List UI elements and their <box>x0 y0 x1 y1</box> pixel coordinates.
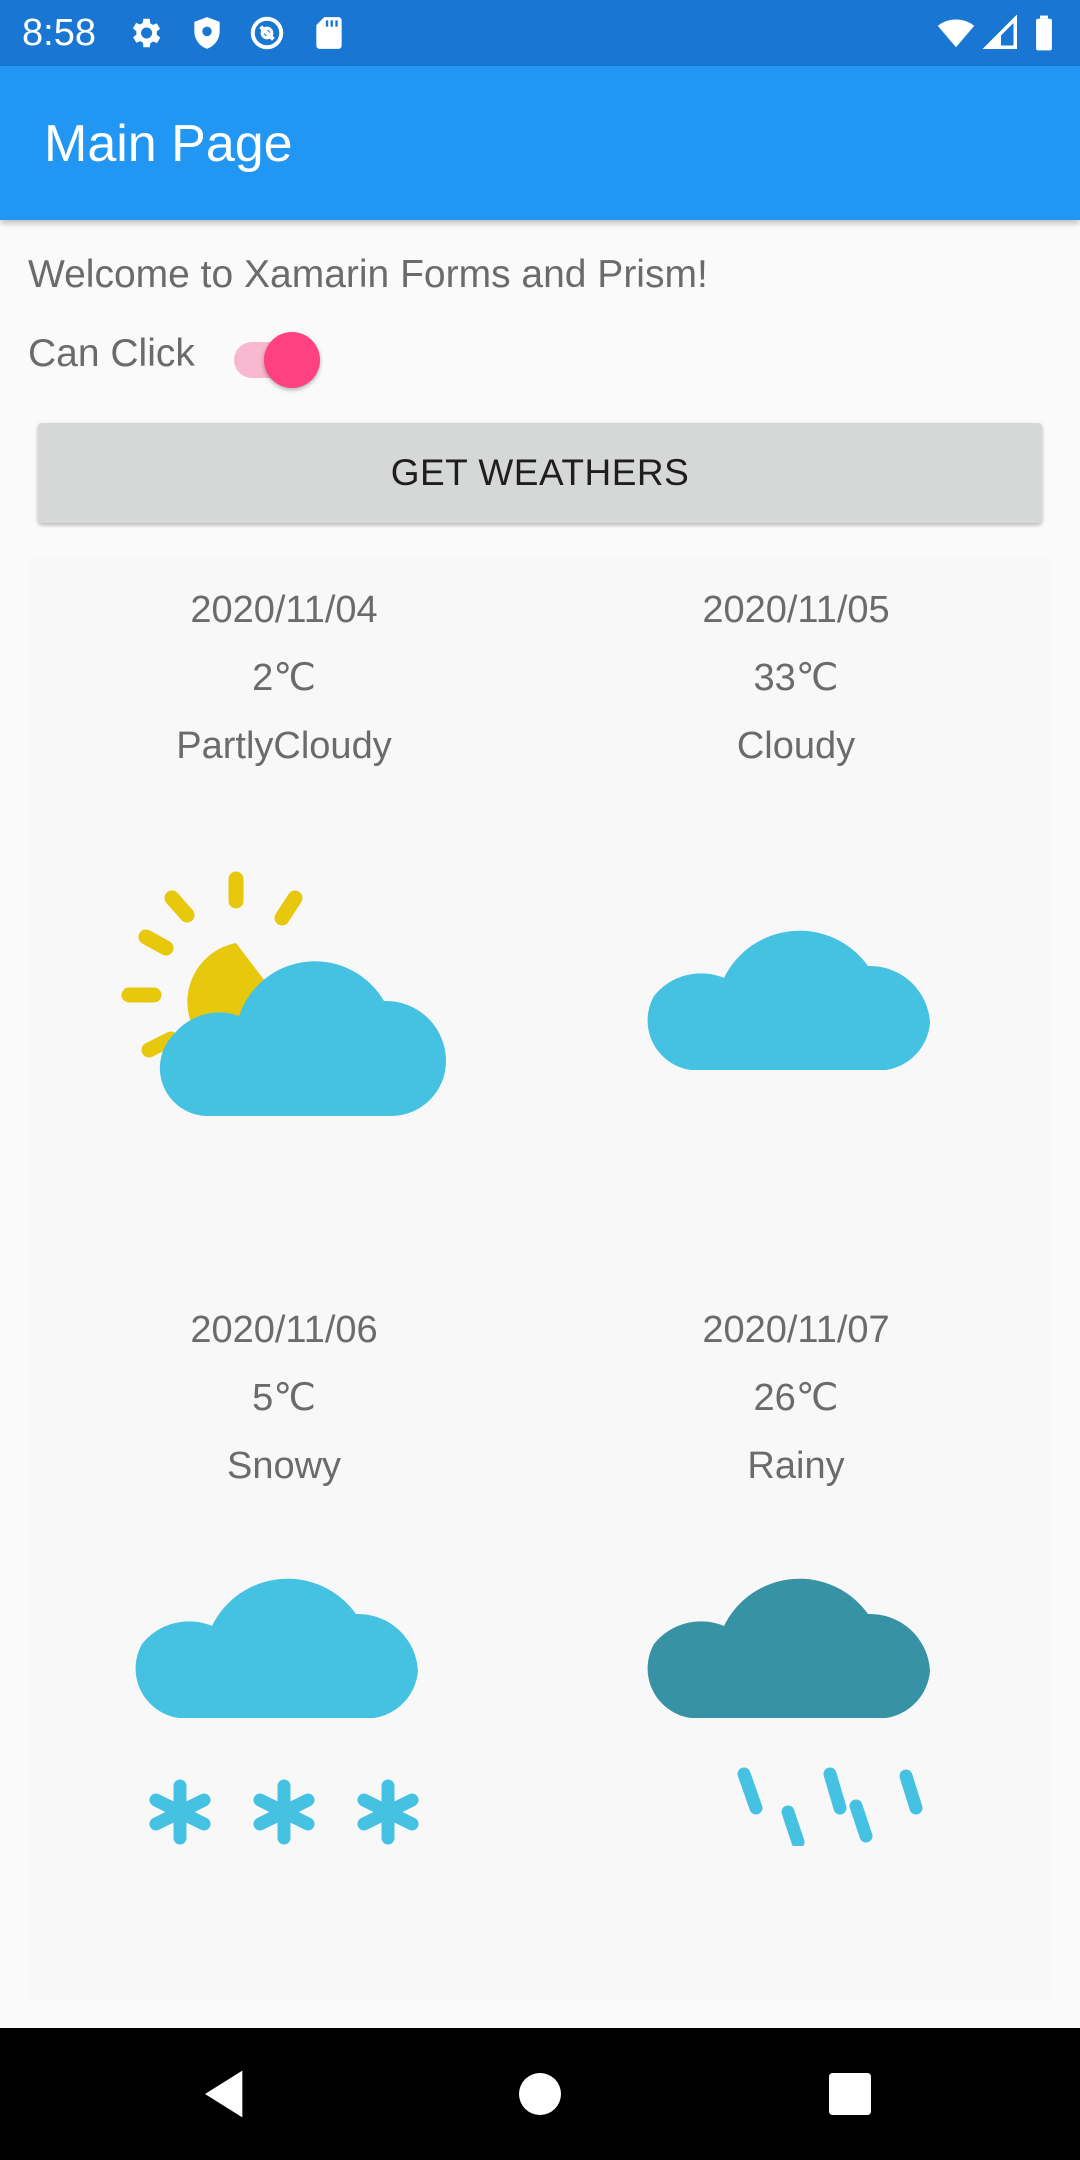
weather-temperature: 33℃ <box>753 657 839 699</box>
wifi-icon <box>934 14 978 52</box>
weather-item[interactable]: 2020/11/07 26℃ Rainy <box>540 1276 1052 1996</box>
weather-item[interactable]: 2020/11/06 5℃ Snowy <box>28 1276 540 1996</box>
cloudy-icon <box>596 826 996 1126</box>
weather-grid: 2020/11/04 2℃ PartlyCloudy 2020/11/05 33… <box>28 556 1052 2000</box>
status-time: 8:58 <box>22 12 96 54</box>
weather-condition: Snowy <box>226 1445 342 1487</box>
at-sign-icon <box>248 14 286 52</box>
weather-date: 2020/11/07 <box>702 1309 890 1351</box>
weather-condition: Cloudy <box>736 725 856 767</box>
recents-icon[interactable] <box>822 2066 878 2122</box>
weather-temperature: 2℃ <box>252 657 316 699</box>
weather-condition: PartlyCloudy <box>176 725 392 767</box>
weather-condition: Rainy <box>747 1445 845 1487</box>
navigation-bar <box>0 2028 1080 2160</box>
cell-signal-icon <box>982 14 1020 52</box>
back-icon[interactable] <box>198 2066 254 2122</box>
weather-date: 2020/11/06 <box>190 1309 378 1351</box>
sd-card-icon <box>310 14 348 52</box>
app-bar: Main Page <box>0 66 1080 220</box>
gear-icon <box>126 14 164 52</box>
weather-temperature: 5℃ <box>252 1377 316 1419</box>
home-icon[interactable] <box>512 2066 568 2122</box>
can-click-label: Can Click <box>28 332 195 375</box>
snowy-icon <box>84 1546 484 1846</box>
weather-item[interactable]: 2020/11/04 2℃ PartlyCloudy <box>28 556 540 1276</box>
weather-temperature: 26℃ <box>753 1377 839 1419</box>
partly-cloudy-icon <box>84 826 484 1126</box>
weather-item[interactable]: 2020/11/05 33℃ Cloudy <box>540 556 1052 1276</box>
shield-icon <box>188 14 226 52</box>
switch-thumb <box>264 332 320 388</box>
page-title: Main Page <box>44 115 293 173</box>
battery-icon <box>1032 14 1062 52</box>
weather-date: 2020/11/05 <box>702 589 890 631</box>
welcome-label: Welcome to Xamarin Forms and Prism! <box>28 253 708 296</box>
get-weathers-button[interactable]: GET WEATHERS <box>38 423 1042 523</box>
rainy-icon <box>596 1546 996 1846</box>
can-click-switch[interactable] <box>232 332 324 388</box>
status-bar: 8:58 <box>0 0 1080 66</box>
weather-date: 2020/11/04 <box>190 589 378 631</box>
